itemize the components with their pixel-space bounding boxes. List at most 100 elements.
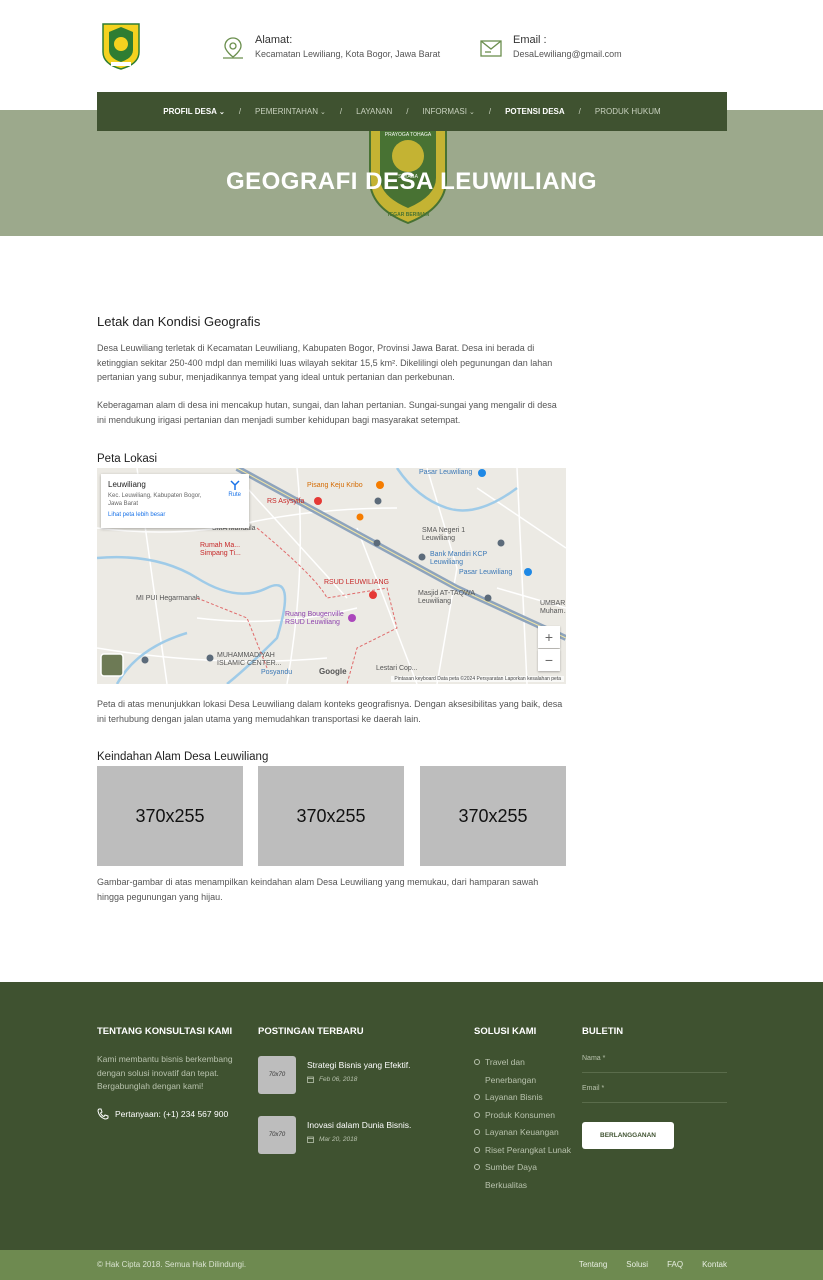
phone-icon: [97, 1108, 109, 1120]
page-title: GEOGRAFI DESA LEUWILIANG: [225, 168, 598, 195]
map-label: Lestari Cop...: [376, 665, 418, 672]
newsletter-email-input[interactable]: Email *: [582, 1085, 727, 1103]
bottom-link-kontak[interactable]: Kontak: [702, 1260, 727, 1269]
email-block: Email : DesaLewiliang@gmail.com: [479, 34, 622, 61]
bottom-bar: © Hak Cipta 2018. Semua Hak Dilindungi. …: [0, 1250, 823, 1280]
map-info-card: Leuwiliang Kec. Leuwiliang, Kabupaten Bo…: [101, 474, 249, 528]
footer-phone[interactable]: Pertanyaan: (+1) 234 567 900: [97, 1108, 228, 1120]
paragraph-geografis-1: Desa Leuwiliang terletak di Kecamatan Le…: [97, 343, 553, 382]
solution-link[interactable]: Sumber Daya Berkualitas: [474, 1159, 574, 1194]
nav-label: PEMERINTAHAN: [255, 107, 319, 116]
post-thumbnail: 70x70: [258, 1116, 296, 1154]
copyright: © Hak Cipta 2018. Semua Hak Dilindungi.: [97, 1260, 247, 1269]
footer-post[interactable]: 70x70 Strategi Bisnis yang Efektif. Feb …: [258, 1056, 410, 1094]
bottom-links: Tentang Solusi FAQ Kontak: [560, 1260, 727, 1269]
map-label: Masjid AT-TAQWA Leuwiliang: [418, 590, 475, 605]
nav-separator: /: [238, 107, 242, 116]
map-route-button[interactable]: Rute: [228, 480, 241, 498]
email-title: Email :: [513, 34, 547, 46]
emblem-text-top: PRAYOGA TOHAGA: [385, 132, 432, 138]
main-nav: PROFIL DESA ⌄ / PEMERINTAHAN ⌄ / LAYANAN /…: [97, 92, 727, 131]
gallery-image-3[interactable]: 370x255: [420, 766, 566, 866]
post-title: Strategi Bisnis yang Efektif.: [307, 1060, 411, 1070]
address-value: Kecamatan Lewiliang, Kota Bogor, Jawa Ba…: [255, 49, 441, 59]
address-block: Alamat: Kecamatan Lewiliang, Kota Bogor,…: [221, 34, 440, 61]
zoom-out-button[interactable]: −: [538, 649, 560, 671]
map-label: MUHAMMADIYAH ISLAMIC CENTER...: [217, 652, 282, 667]
map-larger-link[interactable]: Lihat peta lebih besar: [108, 512, 242, 518]
directions-icon: [230, 480, 240, 490]
emblem-text-bottom: TEGAR BERIMAN: [387, 212, 430, 218]
solution-link[interactable]: Travel dan Penerbangan: [474, 1054, 574, 1089]
map-label: Bank Mandiri KCP Leuwiliang: [430, 551, 488, 566]
calendar-icon: [307, 1076, 314, 1083]
footer-solutions-title: SOLUSI KAMI: [474, 1026, 537, 1037]
chevron-down-icon: ⌄: [468, 108, 475, 116]
nav-item-informasi[interactable]: INFORMASI ⌄: [423, 107, 475, 116]
map-label: Posyandu: [261, 669, 293, 676]
post-thumbnail: 70x70: [258, 1056, 296, 1094]
post-date: Feb 06, 2018: [307, 1076, 410, 1083]
gallery-image-2[interactable]: 370x255: [258, 766, 404, 866]
gallery-image-1[interactable]: 370x255: [97, 766, 243, 866]
location-pin-icon: [223, 37, 243, 59]
newsletter-name-input[interactable]: Nama *: [582, 1055, 727, 1073]
nav-label: LAYANAN: [356, 107, 393, 116]
embedded-map[interactable]: Pasar Leuwiliang Pisang Keju Kribo RS As…: [97, 468, 566, 684]
nav-separator: /: [406, 107, 409, 116]
post-title: Inovasi dalam Dunia Bisnis.: [307, 1120, 412, 1130]
post-date: Mar 20, 2018: [307, 1136, 411, 1143]
map-label: Pisang Keju Kribo: [307, 482, 363, 489]
footer-post[interactable]: 70x70 Inovasi dalam Dunia Bisnis. Mar 20…: [258, 1116, 411, 1154]
village-logo[interactable]: [101, 22, 141, 70]
nav-label: PROFIL DESA: [163, 107, 217, 116]
nav-item-produk-hukum[interactable]: PRODUK HUKUM: [595, 107, 661, 116]
address-title: Alamat:: [255, 34, 293, 46]
gallery-caption: Gambar-gambar di atas menampilkan keinda…: [97, 877, 539, 902]
nav-item-pemerintahan[interactable]: PEMERINTAHAN ⌄: [255, 107, 326, 116]
nav-label: POTENSI DESA: [505, 107, 565, 116]
nav-separator: /: [339, 107, 343, 116]
bottom-link-solusi[interactable]: Solusi: [626, 1260, 648, 1269]
footer-about-text: Kami membantu bisnis berkembang dengan s…: [97, 1054, 233, 1091]
solution-link[interactable]: Produk Konsumen: [474, 1107, 574, 1125]
map-caption: Peta di atas menunjukkan lokasi Desa Leu…: [97, 699, 563, 724]
subscribe-button[interactable]: BERLANGGANAN: [582, 1122, 674, 1149]
nav-separator: /: [488, 107, 492, 116]
post-date-text: Feb 06, 2018: [319, 1076, 358, 1083]
footer-newsletter-title: BULETIN: [582, 1026, 624, 1037]
email-value[interactable]: DesaLewiliang@gmail.com: [513, 47, 622, 61]
solution-link[interactable]: Layanan Bisnis: [474, 1089, 574, 1107]
map-attribution[interactable]: Pintasan keyboard Data peta ©2024 Persya…: [391, 676, 564, 682]
calendar-icon: [307, 1136, 314, 1143]
nav-item-profil-desa[interactable]: PROFIL DESA ⌄: [163, 107, 225, 116]
map-place-name: Leuwiliang: [108, 480, 146, 489]
footer-phone-text: Pertanyaan: (+1) 234 567 900: [115, 1109, 229, 1119]
map-route-label: Rute: [228, 492, 241, 498]
map-label: Pasar Leuwiliang: [459, 569, 513, 576]
footer-solutions-list: Travel dan Penerbangan Layanan Bisnis Pr…: [474, 1054, 574, 1194]
nav-item-layanan[interactable]: LAYANAN: [356, 107, 392, 116]
nav-separator: /: [578, 107, 581, 116]
nav-label: PRODUK HUKUM: [594, 107, 661, 116]
bottom-link-faq[interactable]: FAQ: [667, 1260, 683, 1269]
section-title-gallery: Keindahan Alam Desa Leuwiliang: [97, 751, 269, 763]
map-label: UMBAR Muham...: [540, 600, 566, 615]
footer-posts-title: POSTINGAN TERBARU: [258, 1026, 364, 1037]
envelope-icon: [480, 40, 502, 57]
solution-link[interactable]: Riset Perangkat Lunak: [474, 1142, 574, 1160]
footer: TENTANG KONSULTASI KAMI Kami membantu bi…: [0, 982, 823, 1250]
solution-link[interactable]: Layanan Keuangan: [474, 1124, 574, 1142]
map-label: Rumah Ma... Simpang Ti...: [200, 542, 241, 557]
nav-label: INFORMASI: [422, 107, 467, 116]
google-logo: Google: [319, 667, 347, 676]
chevron-down-icon: ⌄: [320, 108, 326, 116]
chevron-down-icon: ⌄: [218, 108, 225, 116]
map-label: SMA Negeri 1 Leuwiliang: [422, 527, 466, 542]
bottom-link-tentang[interactable]: Tentang: [579, 1260, 607, 1269]
footer-about-title: TENTANG KONSULTASI KAMI: [97, 1026, 233, 1037]
nav-item-potensi-desa[interactable]: POTENSI DESA: [505, 107, 565, 116]
map-label: RS Asysyifa: [267, 498, 305, 505]
post-date-text: Mar 20, 2018: [319, 1136, 358, 1143]
zoom-in-button[interactable]: +: [538, 626, 560, 648]
